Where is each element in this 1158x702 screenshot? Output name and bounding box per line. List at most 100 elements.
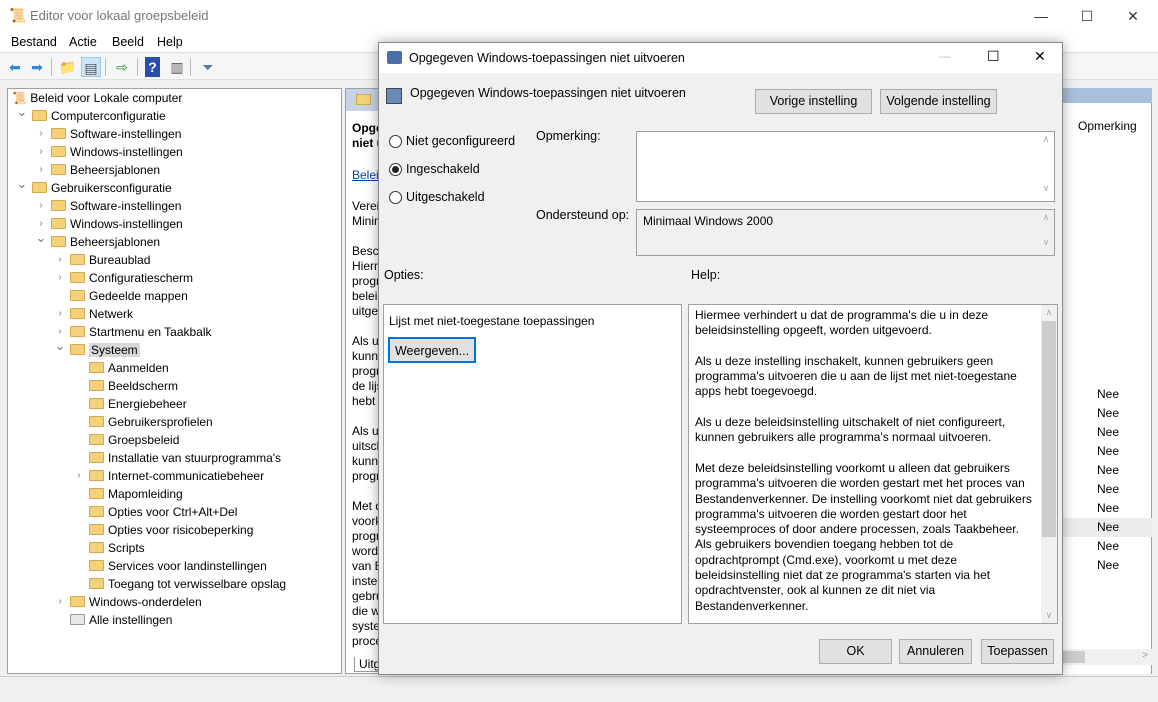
supported-scrollbar[interactable]: ∧ ∨ xyxy=(1038,210,1054,255)
comment-textarea[interactable]: ∧ ∨ xyxy=(636,131,1055,202)
up-folder-icon[interactable]: 📁 xyxy=(58,57,78,77)
tree-item[interactable]: Services voor landinstellingen xyxy=(89,557,267,575)
tree-item[interactable]: Beeldscherm xyxy=(89,377,178,395)
dialog-close-button[interactable]: ✕ xyxy=(1034,48,1046,65)
radio-label[interactable]: Uitgeschakeld xyxy=(406,190,485,204)
tree-item[interactable]: Groepsbeleid xyxy=(89,431,179,449)
tree-item[interactable]: Installatie van stuurprogramma's xyxy=(89,449,281,467)
menu-beeld[interactable]: Beeld xyxy=(112,35,144,49)
chevron-right-icon[interactable]: › xyxy=(35,197,47,215)
tree-item[interactable]: › Windows-onderdelen xyxy=(58,593,201,611)
back-icon[interactable]: ⬅ xyxy=(5,57,25,77)
chevron-down-icon[interactable]: ⌄ xyxy=(16,103,28,121)
list-row-comment[interactable]: Nee xyxy=(1060,518,1152,537)
scroll-thumb[interactable] xyxy=(1042,321,1056,537)
show-list-button[interactable]: Weergeven... xyxy=(388,337,476,363)
tree-item[interactable]: › Windows-instellingen xyxy=(39,143,182,161)
menu-help[interactable]: Help xyxy=(157,35,183,49)
filter-icon[interactable]: ⏷ xyxy=(198,57,218,77)
radio-disabled[interactable] xyxy=(389,191,402,204)
list-row-comment[interactable]: Nee xyxy=(1060,461,1152,480)
tree-item[interactable]: › Internet-communicatiebeheer xyxy=(77,467,264,485)
tree-item[interactable]: › Configuratiescherm xyxy=(58,269,194,287)
list-row-comment[interactable]: Nee xyxy=(1060,480,1152,499)
horizontal-scrollbar[interactable]: > xyxy=(1060,649,1152,665)
tree-item[interactable]: ⌄ Gebruikersconfiguratie xyxy=(17,176,172,197)
chevron-right-icon[interactable]: › xyxy=(54,305,66,323)
tree-item[interactable]: Toegang tot verwisselbare opslag xyxy=(89,575,286,593)
list-row-comment[interactable]: Nee xyxy=(1060,423,1152,442)
dialog-maximize-button[interactable]: ☐ xyxy=(987,48,1000,65)
chevron-right-icon[interactable]: › xyxy=(35,125,47,143)
chevron-right-icon[interactable]: › xyxy=(54,269,66,287)
tree-item[interactable]: Gebruikersprofielen xyxy=(89,413,213,431)
chevron-right-icon[interactable]: › xyxy=(54,593,66,611)
toolbar-separator xyxy=(51,58,52,76)
tree-item[interactable]: › Software-instellingen xyxy=(39,197,181,215)
help-scrollbar[interactable]: ∧ ∨ xyxy=(1041,305,1057,623)
chevron-down-icon[interactable]: ⌄ xyxy=(16,175,28,193)
export-list-icon[interactable]: ⇨ xyxy=(112,57,132,77)
radio-label[interactable]: Ingeschakeld xyxy=(406,162,480,176)
tree-item[interactable]: Energiebeheer xyxy=(89,395,187,413)
tree-item[interactable]: Mapomleiding xyxy=(89,485,183,503)
tree-item[interactable]: › Windows-instellingen xyxy=(39,215,182,233)
tree-root[interactable]: Beleid voor Lokale computer xyxy=(30,91,182,105)
menu-actie[interactable]: Actie xyxy=(69,35,97,49)
close-button[interactable]: ✕ xyxy=(1110,0,1156,32)
minimize-button[interactable]: — xyxy=(1018,0,1064,32)
policy-setting-dialog: Opgegeven Windows-toepassingen niet uitv… xyxy=(378,42,1063,675)
next-setting-button[interactable]: Volgende instelling xyxy=(880,89,997,114)
tree-item[interactable]: Opties voor Ctrl+Alt+Del xyxy=(89,503,237,521)
options-label: Opties: xyxy=(384,268,424,282)
description-line: hebt xyxy=(352,394,376,408)
help-icon[interactable]: ? xyxy=(145,57,160,77)
tree-item[interactable]: Opties voor risicobeperking xyxy=(89,521,253,539)
tree-item[interactable]: ⌄ Computerconfiguratie xyxy=(17,104,166,125)
show-hide-tree-icon[interactable]: ▤ xyxy=(81,57,101,77)
tree-item[interactable]: › Bureaublad xyxy=(58,251,150,269)
radio-enabled[interactable] xyxy=(389,163,402,176)
scroll-right-icon[interactable]: > xyxy=(1142,650,1148,661)
chevron-down-icon[interactable]: ⌄ xyxy=(54,337,66,355)
list-row-comment[interactable]: Nee xyxy=(1060,442,1152,461)
list-row-comment[interactable]: Nee xyxy=(1060,404,1152,423)
forward-icon[interactable]: ➡ xyxy=(27,57,47,77)
chevron-right-icon[interactable]: › xyxy=(73,467,85,485)
list-row-comment[interactable]: Nee xyxy=(1060,385,1152,404)
chevron-right-icon[interactable]: › xyxy=(35,143,47,161)
chevron-down-icon[interactable]: ⌄ xyxy=(35,229,47,247)
list-row-comment[interactable]: Nee xyxy=(1060,537,1152,556)
menu-bestand[interactable]: Bestand xyxy=(11,35,57,49)
list-row-comment[interactable]: Nee xyxy=(1060,499,1152,518)
list-row-comment[interactable]: Nee xyxy=(1060,556,1152,575)
dialog-title-bar: Opgegeven Windows-toepassingen niet uitv… xyxy=(379,43,1062,73)
apply-button[interactable]: Toepassen xyxy=(981,639,1054,664)
tree-item-label: Toegang tot verwisselbare opslag xyxy=(108,577,287,591)
tree-item[interactable]: › Software-instellingen xyxy=(39,125,181,143)
tree-item-label: Configuratiescherm xyxy=(89,271,194,285)
tree-item[interactable]: Gedeelde mappen xyxy=(70,287,188,305)
tree-item[interactable]: ⌄ Beheersjablonen xyxy=(36,230,161,251)
radio-not-configured[interactable] xyxy=(389,135,402,148)
tree-item[interactable]: Scripts xyxy=(89,539,145,557)
scroll-up-icon[interactable]: ∧ xyxy=(1041,307,1057,318)
chevron-right-icon[interactable]: › xyxy=(35,161,47,179)
scroll-down-icon[interactable]: ∨ xyxy=(1041,610,1057,621)
tree-item-root[interactable]: 📜 Beleid voor Lokale computer xyxy=(12,89,182,107)
radio-label[interactable]: Niet geconfigureerd xyxy=(406,134,515,148)
comment-scrollbar[interactable]: ∧ ∨ xyxy=(1038,132,1054,201)
tree-item[interactable]: › Netwerk xyxy=(58,305,133,323)
cancel-button[interactable]: Annuleren xyxy=(899,639,972,664)
chevron-right-icon[interactable]: › xyxy=(54,251,66,269)
tree-item[interactable]: Aanmelden xyxy=(89,359,169,377)
tree-item[interactable]: › Startmenu en Taakbalk xyxy=(58,323,211,341)
tree-item[interactable]: Alle instellingen xyxy=(70,611,172,629)
maximize-button[interactable]: ☐ xyxy=(1064,0,1110,32)
previous-setting-button[interactable]: Vorige instelling xyxy=(755,89,872,114)
tree-item[interactable]: › Beheersjablonen xyxy=(39,161,160,179)
tree-item[interactable]: ⌄ Systeem xyxy=(55,338,140,359)
action-pane-icon[interactable]: ▥ xyxy=(167,57,187,77)
column-header-opmerking[interactable]: Opmerking xyxy=(1078,119,1137,133)
ok-button[interactable]: OK xyxy=(819,639,892,664)
